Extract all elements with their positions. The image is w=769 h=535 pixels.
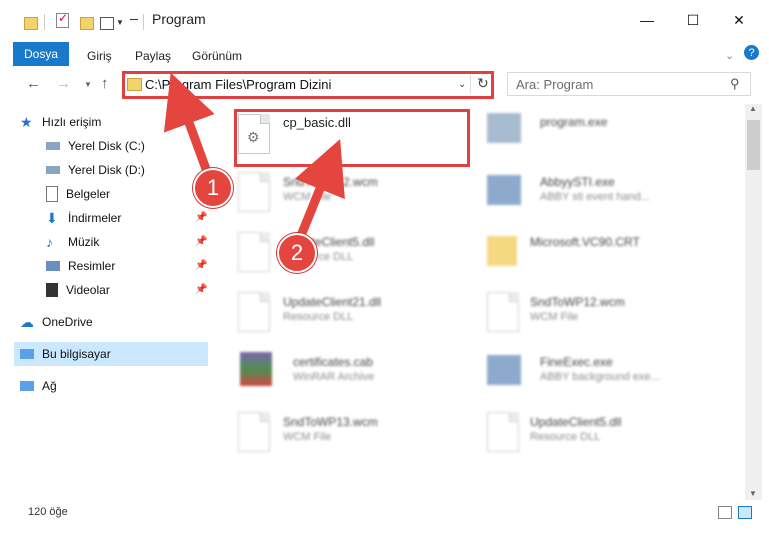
annotation-arrows	[163, 72, 345, 250]
item-count: 120 öğe	[28, 506, 68, 518]
large-icons-view-icon[interactable]	[738, 506, 752, 519]
arrow-1	[163, 72, 215, 182]
callout-badge-2: 2	[277, 233, 317, 273]
status-bar	[0, 500, 769, 535]
details-view-icon[interactable]	[718, 506, 732, 519]
callout-badge-1: 1	[193, 168, 233, 208]
